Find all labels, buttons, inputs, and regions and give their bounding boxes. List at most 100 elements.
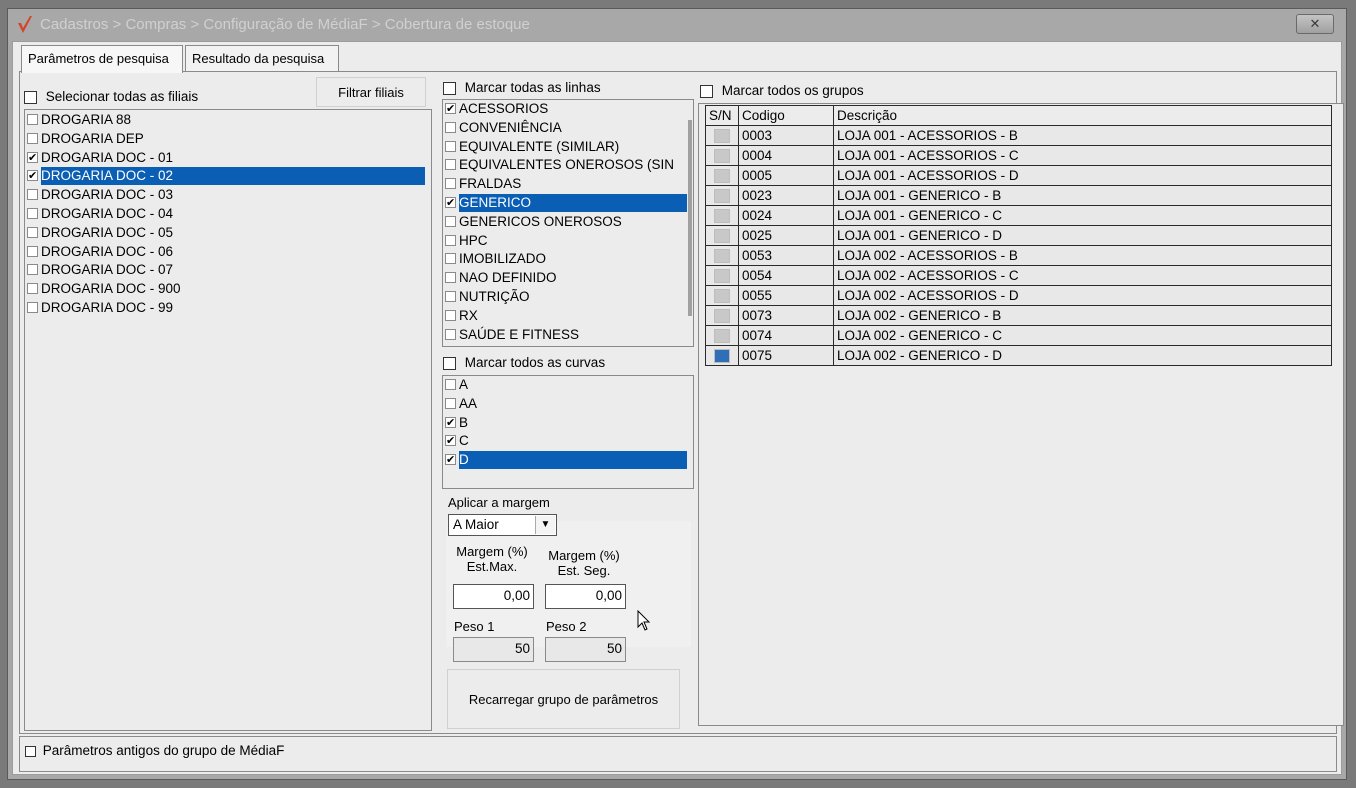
linhas-item-checkbox[interactable]	[445, 121, 456, 133]
sn-toggle[interactable]	[714, 249, 730, 264]
chevron-down-icon[interactable]: ▼	[535, 516, 555, 534]
sn-cell[interactable]	[705, 265, 739, 286]
curvas-item-checkbox[interactable]	[445, 414, 456, 432]
table-row[interactable]: 0024 LOJA 001 - GENERICO - C	[705, 205, 1332, 226]
sn-cell[interactable]	[705, 225, 739, 246]
linhas-item-checkbox[interactable]	[445, 290, 456, 302]
apply-margin-select[interactable]: A Maior ▼	[448, 514, 557, 536]
sn-toggle[interactable]	[714, 309, 730, 324]
filiais-list-item[interactable]: DROGARIA DOC - 01	[27, 149, 429, 167]
curvas-item-checkbox[interactable]	[445, 397, 456, 409]
filiais-item-checkbox[interactable]	[27, 189, 38, 201]
select-all-grupos-checkbox[interactable]	[700, 84, 713, 98]
sn-toggle[interactable]	[714, 149, 730, 164]
curvas-list-item[interactable]: AA	[445, 395, 691, 413]
filiais-list-item[interactable]: DROGARIA DOC - 03	[27, 186, 429, 204]
select-all-grupos-row[interactable]: Marcar todos os grupos	[700, 83, 864, 98]
linhas-item-checkbox[interactable]	[445, 215, 456, 227]
linhas-item-checkbox[interactable]	[445, 309, 456, 321]
filiais-item-checkbox[interactable]	[27, 113, 38, 125]
old-params-checkbox[interactable]	[25, 745, 36, 757]
linhas-item-checkbox[interactable]	[445, 178, 456, 190]
table-row[interactable]: 0055 LOJA 002 - ACESSORIOS - D	[705, 285, 1332, 306]
col-header-sn[interactable]: S/N	[705, 105, 739, 126]
filiais-item-checkbox[interactable]	[27, 207, 38, 219]
filiais-list-item[interactable]: DROGARIA DEP	[27, 130, 429, 148]
linhas-list-item[interactable]: EQUIVALENTE (SIMILAR)	[445, 138, 691, 156]
col-header-descricao[interactable]: Descrição	[833, 105, 1332, 126]
sn-toggle[interactable]	[714, 349, 730, 364]
table-row[interactable]: 0074 LOJA 002 - GENERICO - C	[705, 325, 1332, 346]
filiais-item-checkbox[interactable]	[27, 132, 38, 144]
table-row[interactable]: 0003 LOJA 001 - ACESSORIOS - B	[705, 125, 1332, 146]
table-row[interactable]: 0054 LOJA 002 - ACESSORIOS - C	[705, 265, 1332, 286]
filiais-list-item[interactable]: DROGARIA DOC - 99	[27, 299, 429, 317]
linhas-item-checkbox[interactable]	[445, 253, 456, 265]
linhas-item-checkbox[interactable]	[445, 272, 456, 284]
sn-toggle[interactable]	[714, 329, 730, 344]
filiais-item-checkbox[interactable]	[27, 226, 38, 238]
filter-filiais-button[interactable]: Filtrar filiais	[316, 77, 426, 107]
linhas-item-checkbox[interactable]	[445, 194, 456, 212]
linhas-item-checkbox[interactable]	[445, 234, 456, 246]
linhas-list-item[interactable]: IMOBILIZADO	[445, 250, 691, 268]
linhas-scrollbar[interactable]	[688, 120, 692, 316]
sn-toggle[interactable]	[714, 289, 730, 304]
table-row[interactable]: 0073 LOJA 002 - GENERICO - B	[705, 305, 1332, 326]
linhas-item-checkbox[interactable]	[445, 159, 456, 171]
curvas-item-checkbox[interactable]	[445, 432, 456, 450]
table-row[interactable]: 0004 LOJA 001 - ACESSORIOS - C	[705, 145, 1332, 166]
curvas-list-item[interactable]: A	[445, 376, 691, 394]
linhas-list-item[interactable]: RX	[445, 307, 691, 325]
table-row[interactable]: 0005 LOJA 001 - ACESSORIOS - D	[705, 165, 1332, 186]
select-all-linhas-row[interactable]: Marcar todas as linhas	[443, 80, 601, 95]
sn-cell[interactable]	[705, 145, 739, 166]
sn-cell[interactable]	[705, 285, 739, 306]
sn-cell[interactable]	[705, 185, 739, 206]
filiais-item-checkbox[interactable]	[27, 283, 38, 295]
table-row[interactable]: 0025 LOJA 001 - GENERICO - D	[705, 225, 1332, 246]
sn-toggle[interactable]	[714, 269, 730, 284]
select-all-curvas-row[interactable]: Marcar todos as curvas	[443, 355, 605, 370]
est-max-input[interactable]: 0,00	[453, 584, 534, 609]
est-seg-input[interactable]: 0,00	[545, 584, 626, 609]
sn-cell[interactable]	[705, 345, 739, 366]
sn-cell[interactable]	[705, 125, 739, 146]
filiais-item-checkbox[interactable]	[27, 301, 38, 313]
filiais-item-checkbox[interactable]	[27, 264, 38, 276]
tab-resultado-pesquisa[interactable]: Resultado da pesquisa	[185, 45, 339, 71]
table-row[interactable]: 0053 LOJA 002 - ACESSORIOS - B	[705, 245, 1332, 266]
linhas-list-item[interactable]: SAÚDE E FITNESS	[445, 326, 691, 344]
linhas-list-item[interactable]: HPC	[445, 232, 691, 250]
close-button[interactable]: ✕	[1296, 14, 1334, 34]
curvas-item-checkbox[interactable]	[445, 451, 456, 469]
filiais-list-item[interactable]: DROGARIA DOC - 02	[27, 167, 429, 186]
sn-toggle[interactable]	[714, 129, 730, 144]
old-params-row[interactable]: Parâmetros antigos do grupo de MédiaF	[25, 743, 284, 758]
filiais-item-checkbox[interactable]	[27, 167, 38, 185]
linhas-list-item[interactable]: EQUIVALENTES ONEROSOS (SIN	[445, 156, 691, 174]
linhas-item-checkbox[interactable]	[445, 100, 456, 118]
linhas-list-item[interactable]: CONVENIÊNCIA	[445, 119, 691, 137]
filiais-list-item[interactable]: DROGARIA 88	[27, 111, 429, 129]
sn-toggle[interactable]	[714, 189, 730, 204]
filiais-list-item[interactable]: DROGARIA DOC - 04	[27, 205, 429, 223]
curvas-list[interactable]: AAABCD	[442, 375, 694, 489]
linhas-list-item[interactable]: GENERICOS ONEROSOS	[445, 213, 691, 231]
linhas-list[interactable]: ACESSORIOS CONVENIÊNCIA EQUIVALENTE (SIMIL…	[442, 99, 694, 347]
linhas-list-item[interactable]: GENERICO	[445, 194, 691, 212]
filiais-list-item[interactable]: DROGARIA DOC - 06	[27, 243, 429, 261]
filiais-list-item[interactable]: DROGARIA DOC - 900	[27, 280, 429, 298]
table-row[interactable]: 0023 LOJA 001 - GENERICO - B	[705, 185, 1332, 206]
sn-cell[interactable]	[705, 305, 739, 326]
sn-toggle[interactable]	[714, 209, 730, 224]
filiais-item-checkbox[interactable]	[27, 245, 38, 257]
filiais-item-checkbox[interactable]	[27, 149, 38, 167]
select-all-filiais-row[interactable]: Selecionar todas as filiais	[24, 89, 198, 104]
table-row[interactable]: 0075 LOJA 002 - GENERICO - D	[705, 345, 1332, 366]
select-all-linhas-checkbox[interactable]	[443, 81, 456, 95]
filiais-list-item[interactable]: DROGARIA DOC - 05	[27, 224, 429, 242]
curvas-list-item[interactable]: D	[445, 451, 691, 470]
sn-cell[interactable]	[705, 325, 739, 346]
linhas-list-item[interactable]: FRALDAS	[445, 175, 691, 193]
